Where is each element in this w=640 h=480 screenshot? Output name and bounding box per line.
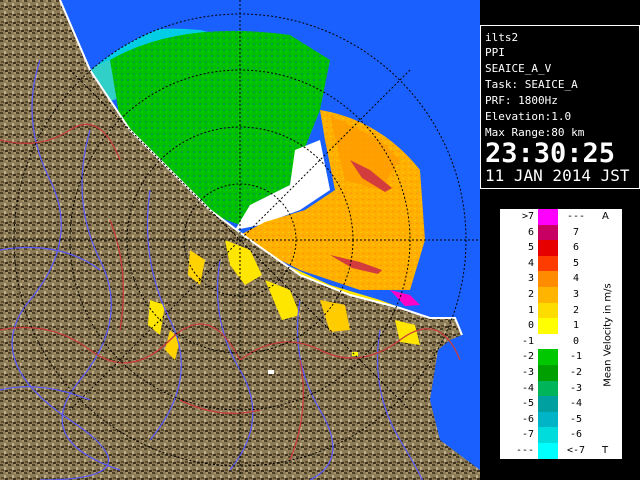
legend-corner-bottom: T <box>602 445 609 456</box>
legend-upper-bound: 2 <box>572 304 580 316</box>
legend-swatch <box>538 255 558 272</box>
legend-swatch <box>538 427 558 444</box>
legend-lower-bound: 5 <box>527 242 534 254</box>
legend-title: Mean Velocity in m/s <box>602 283 614 387</box>
legend-upper-bound: -1 <box>569 351 583 363</box>
radar-ppi-map[interactable] <box>0 0 480 480</box>
legend-upper-bound: -4 <box>569 398 583 410</box>
info-panel: ilts2 PPI SEAICE_A_V Task: SEAICE_A PRF:… <box>480 25 640 189</box>
legend-lower-bound: 6 <box>527 226 534 238</box>
legend-lower-bound: 3 <box>527 273 534 285</box>
scan-date: 11 JAN 2014 JST <box>485 166 630 185</box>
legend-upper-bound: --- <box>566 211 586 222</box>
legend-upper-bound: 0 <box>572 335 580 347</box>
legend-swatch <box>538 333 558 350</box>
legend-lower-bound: -3 <box>521 367 534 378</box>
legend-swatch <box>538 240 558 257</box>
legend-upper-bound: 7 <box>572 226 580 238</box>
legend-lower-bound: --- <box>515 445 534 456</box>
legend-upper-bound: 6 <box>572 242 580 254</box>
scan-time: 23:30:25 <box>485 138 616 169</box>
legend-swatch <box>538 318 558 335</box>
product-name: SEAICE_A_V <box>485 62 552 75</box>
legend-lower-bound: 1 <box>527 304 534 316</box>
legend-upper-bound: 1 <box>572 320 580 332</box>
legend-lower-bound: -5 <box>521 398 534 410</box>
legend-upper-bound: <-7 <box>566 445 586 456</box>
scan-mode: PPI <box>485 46 505 59</box>
legend-swatch <box>538 302 558 319</box>
legend-swatch <box>538 271 558 288</box>
legend-swatch <box>538 209 558 225</box>
legend-upper-bound: -5 <box>569 413 583 425</box>
legend-lower-bound: >7 <box>521 211 534 222</box>
task-name: Task: SEAICE_A <box>485 78 578 91</box>
legend-swatch <box>538 365 558 381</box>
legend-upper-bound: 5 <box>572 257 580 269</box>
legend-lower-bound: 2 <box>527 289 534 300</box>
legend-swatch <box>538 287 558 303</box>
legend-swatch <box>538 396 558 413</box>
legend-upper-bound: 3 <box>572 289 580 300</box>
legend-lower-bound: -1 <box>521 335 534 347</box>
legend-lower-bound: -4 <box>521 382 534 394</box>
elevation-value: Elevation:1.0 <box>485 110 572 123</box>
legend-upper-bound: -6 <box>569 429 583 441</box>
legend-corner-top: A <box>602 211 609 222</box>
legend-lower-bound: -2 <box>521 351 534 363</box>
prf-value: PRF: 1800Hz <box>485 94 558 107</box>
legend-swatch <box>538 224 558 241</box>
legend-swatch <box>538 411 558 428</box>
station-name: ilts2 <box>485 31 519 44</box>
legend-lower-bound: 4 <box>527 257 534 269</box>
legend-lower-bound: -7 <box>521 429 534 441</box>
velocity-legend: >7 --- 6 7 5 6 4 5 3 4 2 3 1 2 0 1 -1 0 -2 -1 -3 -2 -4 -3 -5 -4 -6… <box>499 208 623 460</box>
legend-swatch <box>538 443 558 459</box>
legend-swatch <box>538 380 558 397</box>
legend-upper-bound: -3 <box>569 382 583 394</box>
legend-lower-bound: -6 <box>521 413 534 425</box>
legend-upper-bound: 4 <box>572 273 580 285</box>
legend-upper-bound: -2 <box>569 367 583 378</box>
legend-lower-bound: 0 <box>527 320 534 332</box>
legend-swatch <box>538 349 558 366</box>
